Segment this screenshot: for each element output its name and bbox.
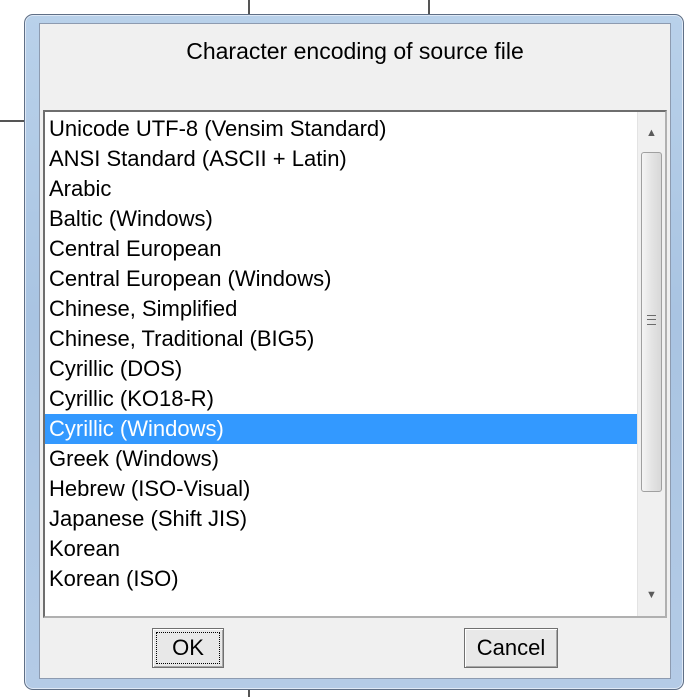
background-divider [428, 0, 430, 14]
background-divider [248, 690, 250, 697]
list-item[interactable]: Cyrillic (KO18-R) [45, 384, 640, 414]
cancel-button-label: Cancel [476, 635, 546, 660]
list-item[interactable]: Central European [45, 234, 640, 264]
background-divider [0, 120, 24, 122]
list-item[interactable]: Chinese, Traditional (BIG5) [45, 324, 640, 354]
list-item[interactable]: ANSI Standard (ASCII + Latin) [45, 144, 640, 174]
ok-button[interactable]: OK [152, 628, 224, 668]
list-item[interactable]: Central European (Windows) [45, 264, 640, 294]
ok-button-label: OK [172, 635, 204, 660]
list-item[interactable]: Arabic [45, 174, 640, 204]
list-item[interactable]: Unicode UTF-8 (Vensim Standard) [45, 114, 640, 144]
list-item[interactable]: Japanese (Shift JIS) [45, 504, 640, 534]
list-item[interactable]: Baltic (Windows) [45, 204, 640, 234]
dialog-client-area: Character encoding of source file Unicod… [39, 23, 671, 679]
encoding-listbox[interactable]: Unicode UTF-8 (Vensim Standard) ANSI Stan… [43, 110, 667, 618]
encoding-list: Unicode UTF-8 (Vensim Standard) ANSI Stan… [45, 114, 640, 594]
list-item[interactable]: Korean (ISO) [45, 564, 640, 594]
scroll-thumb[interactable] [641, 152, 662, 492]
background-divider [248, 0, 250, 14]
list-item[interactable]: Korean [45, 534, 640, 564]
vertical-scrollbar[interactable]: ▲ ▼ [637, 112, 665, 616]
list-item[interactable]: Greek (Windows) [45, 444, 640, 474]
scroll-down-arrow-icon[interactable]: ▼ [638, 580, 665, 610]
dialog-title: Character encoding of source file [186, 38, 524, 64]
list-item[interactable]: Chinese, Simplified [45, 294, 640, 324]
scroll-up-arrow-icon[interactable]: ▲ [638, 118, 665, 148]
list-item[interactable]: Cyrillic (DOS) [45, 354, 640, 384]
list-item[interactable]: Hebrew (ISO-Visual) [45, 474, 640, 504]
scroll-thumb-grip-icon [647, 315, 656, 325]
encoding-dialog: Character encoding of source file Unicod… [24, 14, 684, 690]
cancel-button[interactable]: Cancel [464, 628, 558, 668]
list-item-selected[interactable]: Cyrillic (Windows) [45, 414, 640, 444]
